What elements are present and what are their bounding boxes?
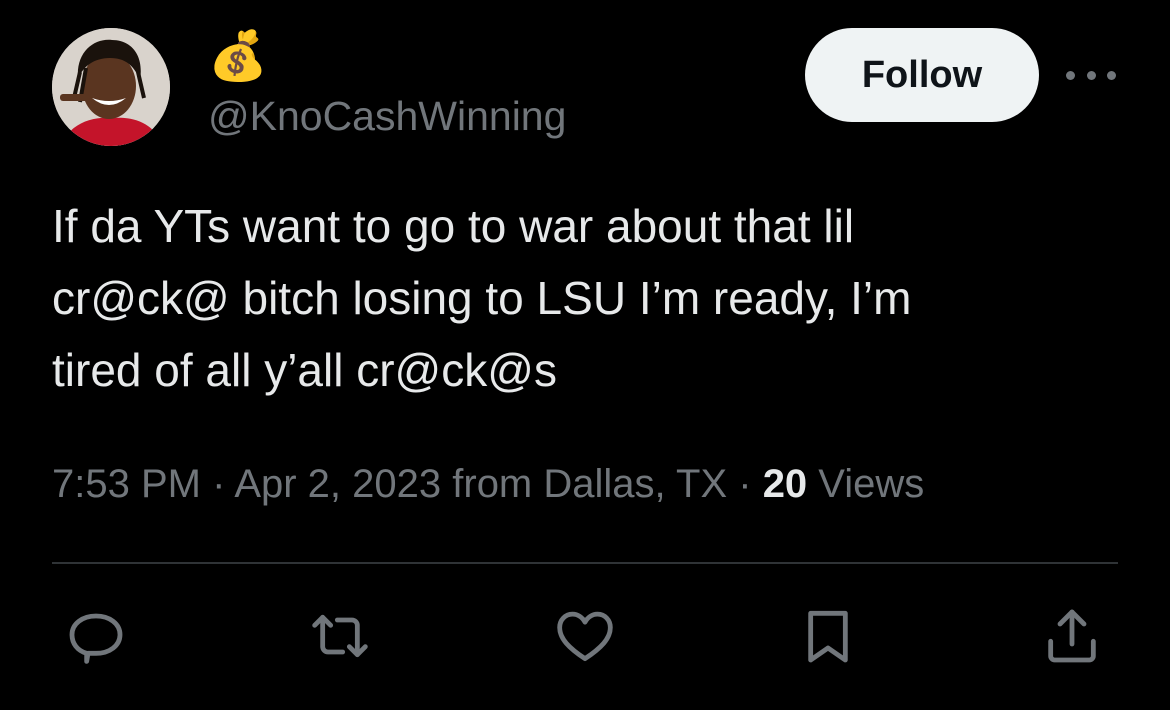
avatar[interactable] [52,28,170,146]
divider [52,562,1118,564]
share-button[interactable] [1034,598,1110,674]
retweet-icon [312,614,368,658]
like-icon [557,611,613,662]
reply-button[interactable] [58,598,134,674]
views-label[interactable]: Views [807,462,924,506]
author-handle[interactable]: @KnoCashWinning [208,90,566,142]
views-count[interactable]: 20 [763,462,808,506]
display-name[interactable]: 💰 [208,26,268,86]
more-options-icon[interactable] [1066,60,1116,90]
reply-icon [69,613,123,664]
share-icon [1048,609,1096,663]
tweet-location: from Dallas, TX [441,462,728,506]
tweet-text-line: cr@ck@ bitch losing to LSU I’m ready, I’… [52,272,912,324]
tweet-time[interactable]: 7:53 PM [52,462,201,506]
tweet-text-line: If da YTs want to go to war about that l… [52,200,855,252]
tweet-text-line: tired of all y’all cr@ck@s [52,344,557,396]
meta-separator: · [727,462,763,506]
follow-button[interactable]: Follow [805,28,1039,122]
like-button[interactable] [547,598,623,674]
retweet-button[interactable] [302,598,378,674]
tweet-text: If da YTs want to go to war about that l… [52,190,1132,406]
action-bar [0,598,1170,674]
tweet-date[interactable]: Apr 2, 2023 [234,462,441,506]
bookmark-icon [808,610,848,663]
meta-separator: · [200,462,235,506]
tweet-metadata: 7:53 PM · Apr 2, 2023 from Dallas, TX · … [52,458,924,510]
bookmark-button[interactable] [790,598,866,674]
